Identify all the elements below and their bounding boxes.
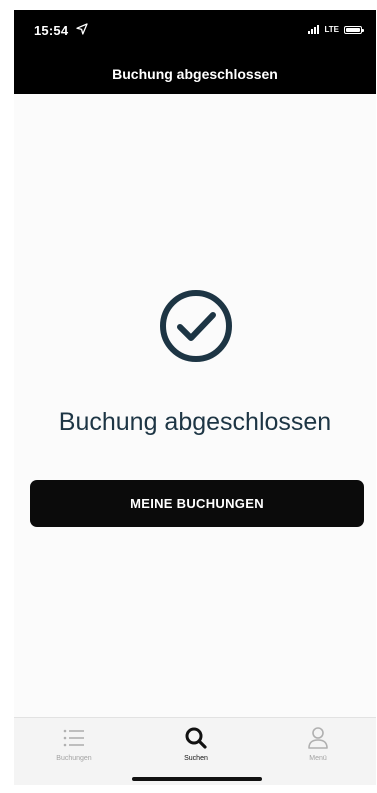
tab-search[interactable]: Suchen [151, 724, 241, 774]
tab-bookings[interactable]: Buchungen [29, 724, 119, 774]
success-message: Buchung abgeschlossen [58, 408, 332, 436]
user-icon [308, 727, 328, 749]
location-arrow-icon [76, 23, 88, 35]
home-indicator [132, 777, 262, 781]
check-circle-icon [160, 290, 232, 362]
tab-search-label: Suchen [184, 755, 208, 762]
tab-bookings-label: Buchungen [56, 755, 92, 762]
app-screen: 15:54 LTE Buchung abgeschlossen Buchung … [14, 10, 376, 785]
tab-bar: Buchungen Suchen Menü [14, 717, 376, 785]
search-icon [185, 727, 207, 749]
page: 15:54 LTE Buchung abgeschlossen Buchung … [0, 0, 377, 793]
tab-menu-label: Menü [309, 755, 327, 762]
network-label: LTE [324, 25, 339, 34]
list-icon [63, 729, 84, 747]
battery-icon [344, 25, 364, 34]
status-indicators: LTE [308, 25, 364, 34]
tab-menu[interactable]: Menü [273, 724, 363, 774]
status-time: 15:54 [34, 23, 69, 38]
top-bar: 15:54 LTE Buchung abgeschlossen [14, 10, 376, 94]
page-title: Buchung abgeschlossen [112, 66, 278, 82]
my-bookings-button[interactable]: MEINE BUCHUNGEN [30, 480, 364, 527]
signal-icon [308, 25, 320, 34]
